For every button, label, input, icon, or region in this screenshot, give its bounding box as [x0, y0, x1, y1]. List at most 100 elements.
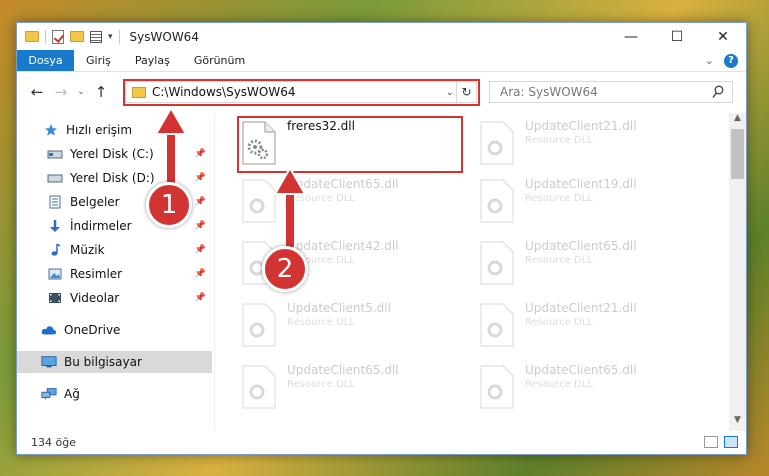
- pin-icon[interactable]: 📌: [195, 173, 206, 183]
- scrollbar-thumb[interactable]: [731, 129, 744, 179]
- file-type: Resource DLL: [525, 255, 593, 266]
- drive-icon: [47, 147, 63, 161]
- sidebar-item-label: İndirmeler: [70, 219, 132, 233]
- dll-file-icon: [241, 365, 277, 409]
- sidebar-item-onedrive[interactable]: OneDrive: [17, 319, 212, 341]
- up-button[interactable]: ↑: [89, 83, 113, 101]
- help-icon[interactable]: ?: [724, 53, 738, 68]
- sidebar-item-label: Resimler: [70, 267, 123, 281]
- sidebar-item-drive-c[interactable]: Yerel Disk (C:) 📌: [17, 143, 212, 165]
- tab-file[interactable]: Dosya: [17, 50, 74, 71]
- music-icon: [47, 243, 63, 257]
- pin-icon[interactable]: 📌: [195, 269, 206, 279]
- properties-check-icon[interactable]: [52, 29, 64, 44]
- folder-icon: [25, 31, 39, 42]
- sidebar-item-pictures[interactable]: Resimler 📌: [17, 263, 212, 285]
- network-icon: [41, 387, 57, 401]
- tiles-view-icon[interactable]: [724, 436, 738, 448]
- sidebar-item-network[interactable]: Ağ: [17, 383, 212, 405]
- file-item[interactable]: UpdateClient21.dll Resource DLL: [453, 117, 673, 169]
- sidebar-item-videos[interactable]: Videolar 📌: [17, 287, 212, 309]
- document-icon: [47, 195, 63, 209]
- sidebar-item-label: Yerel Disk (D:): [70, 171, 155, 185]
- file-item[interactable]: UpdateClient65.dll Resource DLL: [215, 175, 435, 227]
- file-item[interactable]: UpdateClient19.dll Resource DLL: [453, 175, 673, 227]
- new-folder-icon[interactable]: [70, 31, 84, 42]
- cloud-icon: [41, 323, 57, 337]
- dll-file-icon: [479, 303, 515, 347]
- drive-icon: [47, 171, 63, 185]
- navigation-pane: Hızlı erişim Yerel Disk (C:) 📌 Yerel Dis…: [17, 113, 214, 431]
- star-icon: [43, 123, 59, 137]
- navigation-bar: ← → ⌄ ↑ C:\Windows\SysWOW64 ⌄ ↻ Ara: Sys…: [17, 73, 746, 111]
- file-type: Resource DLL: [287, 379, 355, 390]
- tab-home[interactable]: Giriş: [74, 50, 123, 71]
- pin-icon[interactable]: 📌: [195, 293, 206, 303]
- item-count: 134 öğe: [31, 435, 76, 449]
- scroll-down-icon[interactable]: ▼: [729, 415, 746, 431]
- file-name: UpdateClient5.dll: [287, 301, 391, 315]
- quick-access-dropdown-icon[interactable]: ▾: [108, 32, 113, 42]
- file-type: Resource DLL: [525, 193, 593, 204]
- scroll-up-icon[interactable]: ▲: [729, 113, 746, 129]
- pin-icon[interactable]: 📌: [195, 149, 206, 159]
- minimize-button[interactable]: —: [608, 23, 654, 50]
- sidebar-item-label: Bu bilgisayar: [64, 355, 142, 369]
- file-item[interactable]: UpdateClient21.dll Resource DLL: [453, 299, 673, 351]
- sidebar-item-label: Belgeler: [70, 195, 120, 209]
- dll-file-icon: [241, 179, 277, 223]
- sidebar-item-label: Videolar: [70, 291, 120, 305]
- sidebar-item-quick-access[interactable]: Hızlı erişim: [17, 119, 212, 141]
- sidebar-item-music[interactable]: Müzik 📌: [17, 239, 212, 261]
- maximize-button[interactable]: ☐: [654, 23, 700, 50]
- back-button[interactable]: ←: [25, 83, 49, 101]
- expand-ribbon-icon[interactable]: ⌄: [705, 54, 714, 67]
- sidebar-item-this-pc[interactable]: Bu bilgisayar: [17, 351, 212, 373]
- customize-toolbar-icon[interactable]: [90, 30, 102, 43]
- video-icon: [47, 291, 63, 305]
- file-name: UpdateClient42.dll: [287, 239, 399, 253]
- file-name: UpdateClient65.dll: [525, 363, 637, 377]
- ribbon-tabs: Dosya Giriş Paylaş Görünüm ⌄ ?: [17, 50, 746, 72]
- details-view-icon[interactable]: [704, 436, 718, 448]
- forward-button[interactable]: →: [49, 83, 73, 101]
- file-item[interactable]: UpdateClient42.dll Resource DLL: [215, 237, 435, 289]
- file-type: Resource DLL: [287, 193, 355, 204]
- title-bar: ▾ SysWOW64 — ☐ ✕: [17, 23, 746, 50]
- dll-file-icon: [479, 121, 515, 165]
- file-item[interactable]: UpdateClient65.dll Resource DLL: [215, 361, 435, 413]
- file-item[interactable]: UpdateClient65.dll Resource DLL: [453, 237, 673, 289]
- download-icon: [47, 219, 63, 233]
- computer-icon: [41, 355, 57, 369]
- vertical-scrollbar[interactable]: ▲ ▼: [729, 113, 746, 431]
- callout-step-1: 1: [146, 182, 192, 228]
- sidebar-item-label: Müzik: [70, 243, 105, 257]
- dll-file-icon: [479, 241, 515, 285]
- close-button[interactable]: ✕: [700, 23, 746, 50]
- file-name: UpdateClient19.dll: [525, 177, 637, 191]
- window-title: SysWOW64: [129, 29, 199, 44]
- tab-share[interactable]: Paylaş: [123, 50, 182, 71]
- dll-file-icon: [479, 365, 515, 409]
- callout-step-2: 2: [262, 246, 308, 292]
- file-type: Resource DLL: [287, 317, 355, 328]
- search-icon[interactable]: [712, 85, 724, 99]
- search-placeholder: Ara: SysWOW64: [500, 85, 598, 99]
- search-input[interactable]: Ara: SysWOW64: [489, 81, 733, 103]
- pin-icon[interactable]: 📌: [195, 245, 206, 255]
- recent-locations-button[interactable]: ⌄: [73, 87, 89, 97]
- file-name: UpdateClient65.dll: [525, 239, 637, 253]
- file-name: UpdateClient21.dll: [525, 119, 637, 133]
- file-item[interactable]: UpdateClient5.dll Resource DLL: [215, 299, 435, 351]
- sidebar-item-label: Ağ: [64, 387, 80, 401]
- pictures-icon: [47, 267, 63, 281]
- file-name: UpdateClient21.dll: [525, 301, 637, 315]
- pin-icon[interactable]: 📌: [195, 197, 206, 207]
- dll-file-icon: [241, 303, 277, 347]
- address-highlight-box: [123, 79, 480, 106]
- tab-view[interactable]: Görünüm: [182, 50, 257, 71]
- status-bar: 134 öğe: [17, 430, 746, 454]
- pin-icon[interactable]: 📌: [195, 221, 206, 231]
- file-item[interactable]: UpdateClient65.dll Resource DLL: [453, 361, 673, 413]
- dll-file-icon: [479, 179, 515, 223]
